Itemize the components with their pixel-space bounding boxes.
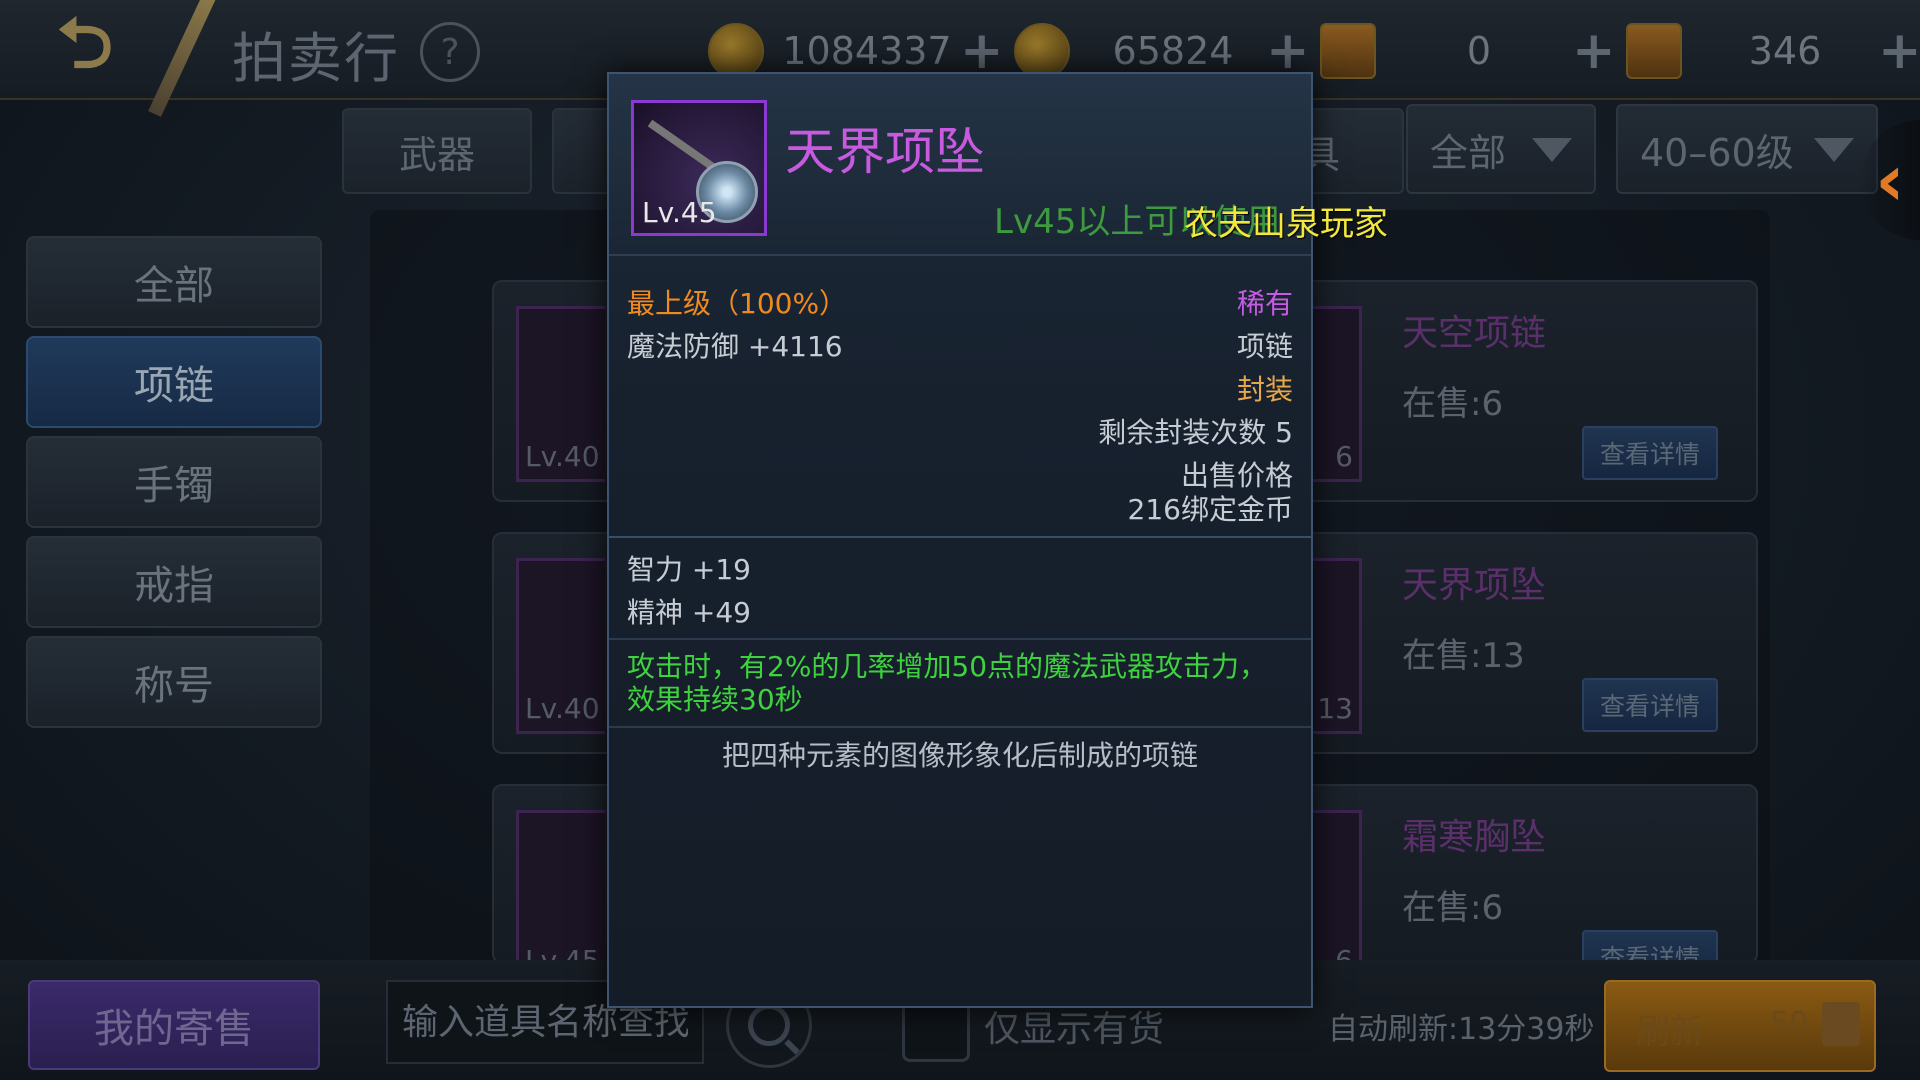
divider xyxy=(609,726,1311,728)
level-filter-dropdown[interactable]: 40–60级 xyxy=(1616,104,1878,194)
necklace-item-icon: Lv.45 xyxy=(631,100,767,236)
item-slot: 项链 xyxy=(1236,330,1293,363)
category-ring[interactable]: 戒指 xyxy=(26,536,322,628)
item-level: Lv.45 xyxy=(642,196,717,229)
help-icon: ? xyxy=(440,31,460,73)
back-button[interactable]: ⮌ xyxy=(30,2,140,92)
item-on-sale: 在售:6 xyxy=(1402,888,1504,928)
chevron-left-icon: ‹ xyxy=(1875,138,1905,222)
dropdown-value: 全部 xyxy=(1430,130,1507,175)
item-name: 天界项坠 xyxy=(1402,565,1547,606)
view-details-button[interactable]: 查看详情 xyxy=(1582,426,1718,480)
item-grade: 最上级（100%） xyxy=(627,287,848,320)
dropdown-value: 40–60级 xyxy=(1640,130,1794,175)
view-details-button[interactable]: 查看详情 xyxy=(1582,678,1718,732)
category-label: 戒指 xyxy=(134,563,214,609)
item-thumbnail: Lv.40 xyxy=(516,558,605,734)
category-label: 手镯 xyxy=(134,463,214,509)
stat-intelligence: 智力 +19 xyxy=(627,553,751,586)
item-name: 天空项链 xyxy=(1402,313,1547,354)
refresh-button[interactable]: 刷新 50 xyxy=(1604,980,1876,1072)
chevron-down-icon xyxy=(1532,138,1572,162)
main-stat: 魔法防御 +4116 xyxy=(627,330,843,363)
view-details-button[interactable]: 查看详情 xyxy=(1582,930,1718,962)
player-name-overlay: 农夫山泉玩家 xyxy=(1184,204,1388,244)
item-thumbnail: 6 xyxy=(1309,810,1362,962)
item-effect: 攻击时，有2%的几率增加50点的魔法武器攻击力，效果持续30秒 xyxy=(627,650,1268,716)
item-thumbnail: 6 xyxy=(1309,306,1362,482)
search-icon xyxy=(748,1004,790,1046)
stat-spirit: 精神 +49 xyxy=(627,596,751,629)
item-tooltip: Lv.45 天界项坠 Lv45以上可以使用 农夫山泉玩家 最上级（100%） 稀… xyxy=(607,72,1388,1008)
sell-price: 216绑定金币 xyxy=(1127,493,1293,526)
auto-refresh-timer: 自动刷新:13分39秒 xyxy=(1328,1012,1595,1047)
item-level: Lv.40 xyxy=(525,440,600,473)
currency-value: 65824 xyxy=(1112,29,1234,73)
category-bracelet[interactable]: 手镯 xyxy=(26,436,322,528)
tooltip-header: Lv.45 天界项坠 Lv45以上可以使用 农夫山泉玩家 xyxy=(609,74,1388,256)
refresh-cost: 50 xyxy=(1770,1006,1809,1041)
category-label: 全部 xyxy=(134,263,214,309)
add-scroll-button[interactable]: + xyxy=(1572,21,1616,81)
refresh-label: 刷新 xyxy=(1636,1012,1704,1052)
category-label: 称号 xyxy=(134,663,214,709)
locked-scroll-icon xyxy=(1626,23,1682,79)
item-name: 天界项坠 xyxy=(785,123,985,181)
item-count: 13 xyxy=(1317,692,1353,725)
seal-remaining: 剩余封装次数 5 xyxy=(1098,416,1293,449)
currency-scroll: 0 + xyxy=(1320,18,1616,84)
item-thumbnail: Lv.40 xyxy=(516,306,605,482)
item-name: 霜寒胸坠 xyxy=(1402,817,1547,858)
type-filter-dropdown[interactable]: 全部 xyxy=(1406,104,1596,194)
item-on-sale: 在售:13 xyxy=(1402,636,1525,676)
gold-coin-icon xyxy=(708,23,764,79)
tab-label: 武器 xyxy=(398,132,475,177)
item-thumbnail: Lv.45 xyxy=(516,810,605,962)
item-level: Lv.40 xyxy=(525,692,600,725)
add-locked-scroll-button[interactable]: + xyxy=(1878,21,1920,81)
back-arrow-icon: ⮌ xyxy=(56,1,114,84)
chevron-down-icon xyxy=(1814,138,1854,162)
category-label: 项链 xyxy=(134,363,214,409)
tab-weapon[interactable]: 武器 xyxy=(342,108,532,194)
sealed-status: 封装 xyxy=(1236,373,1293,406)
divider xyxy=(609,536,1311,538)
category-all[interactable]: 全部 xyxy=(26,236,322,328)
currency-value: 346 xyxy=(1748,29,1822,73)
my-consignment-button[interactable]: 我的寄售 xyxy=(28,980,320,1070)
category-necklace[interactable]: 项链 xyxy=(26,336,322,428)
item-on-sale: 在售:6 xyxy=(1402,384,1504,424)
currency-value: 1084337 xyxy=(782,29,952,73)
item-rarity: 稀有 xyxy=(1236,287,1293,320)
help-button[interactable]: ? xyxy=(420,22,480,82)
divider xyxy=(148,0,216,117)
currency-locked-scroll: 346 + xyxy=(1626,18,1920,84)
scroll-icon xyxy=(1320,23,1376,79)
divider xyxy=(609,638,1311,640)
scroll-icon xyxy=(1822,1002,1860,1046)
currency-value: 0 xyxy=(1466,29,1492,73)
item-count: 6 xyxy=(1335,440,1353,473)
item-flavor-text: 把四种元素的图像形象化后制成的项链 xyxy=(721,739,1198,772)
category-title[interactable]: 称号 xyxy=(26,636,322,728)
page-title: 拍卖行 xyxy=(232,27,400,90)
item-thumbnail: 13 xyxy=(1309,558,1362,734)
bound-gold-coin-icon xyxy=(1014,23,1070,79)
